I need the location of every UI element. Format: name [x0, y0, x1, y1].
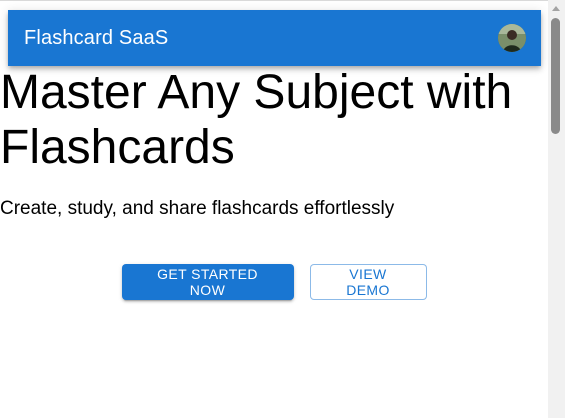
user-avatar-icon[interactable] — [498, 24, 526, 52]
vertical-scrollbar[interactable] — [548, 0, 565, 418]
view-demo-button[interactable]: VIEW DEMO — [309, 264, 427, 300]
scroll-up-arrow-icon[interactable] — [552, 6, 560, 11]
viewport: Flashcard SaaS Master Any Subject with F… — [0, 0, 548, 418]
avatar-image — [498, 24, 526, 52]
page: Flashcard SaaS Master Any Subject with F… — [0, 0, 565, 418]
app-title[interactable]: Flashcard SaaS — [24, 27, 168, 50]
hero-subtitle: Create, study, and share flashcards effo… — [0, 198, 395, 219]
scrollbar-thumb[interactable] — [551, 18, 560, 134]
top-border — [0, 0, 548, 1]
hero-actions: GET STARTED NOW VIEW DEMO — [0, 264, 548, 300]
hero-title: Master Any Subject with Flashcards — [0, 66, 513, 174]
get-started-button[interactable]: GET STARTED NOW — [121, 264, 294, 300]
app-bar: Flashcard SaaS — [8, 10, 541, 66]
